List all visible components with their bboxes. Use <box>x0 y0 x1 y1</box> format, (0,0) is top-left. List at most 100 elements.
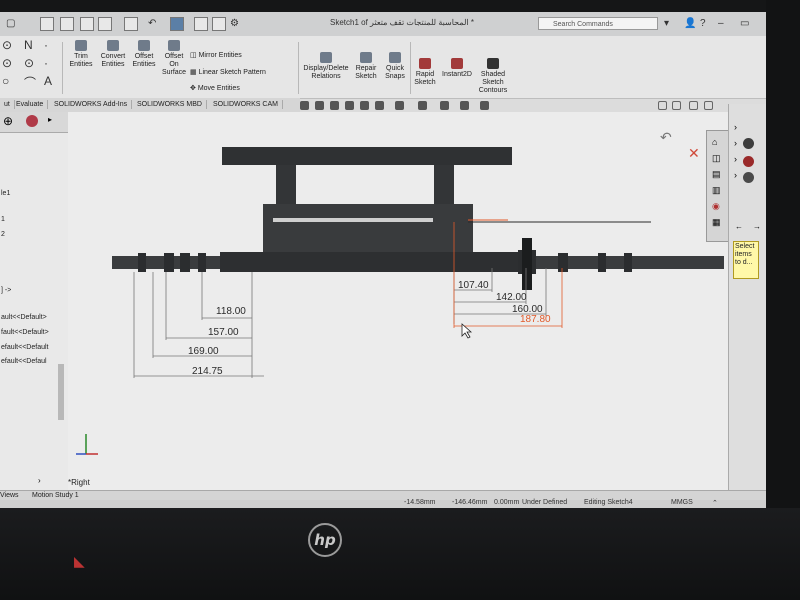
tree-item[interactable]: le1 <box>1 190 10 197</box>
restore-viewport-icon[interactable] <box>658 101 667 110</box>
cancel-sketch-icon[interactable]: ✕ <box>688 145 700 161</box>
tree-item[interactable]: fault<<Default> <box>1 329 49 336</box>
dimension-169[interactable]: 169.00 <box>188 346 219 357</box>
status-chevron-icon[interactable]: ⌃ <box>712 499 718 507</box>
undo-icon[interactable] <box>124 17 138 31</box>
sketch-fillet-icon[interactable]: ⌒ <box>24 74 36 91</box>
view-orientation-icon[interactable] <box>375 101 384 110</box>
text-icon[interactable]: A <box>44 74 52 88</box>
maximize-viewport-icon[interactable] <box>689 101 698 110</box>
explorer-icon[interactable]: ▥ <box>712 185 721 196</box>
tree-item[interactable]: 1 <box>1 216 5 223</box>
tree-item[interactable]: efault<<Defaul <box>1 358 47 365</box>
tree-item[interactable]: efault<<Default <box>1 344 48 351</box>
instant2d-button[interactable]: Instant2D <box>440 58 474 79</box>
expand-arrow-icon[interactable]: › <box>734 122 737 132</box>
tab-motion-study[interactable]: Motion Study 1 <box>32 492 79 499</box>
graphics-area[interactable]: 118.00 157.00 169.00 214.75 107.40 142.0… <box>68 112 728 492</box>
search-dropdown-icon[interactable]: ▾ <box>664 18 669 29</box>
sketch-canvas[interactable]: 118.00 157.00 169.00 214.75 107.40 142.0… <box>68 112 728 492</box>
circle-icon[interactable]: ⊙ <box>2 38 12 52</box>
tab-views[interactable]: Views <box>0 492 19 499</box>
expand-arrow-icon[interactable]: › <box>734 154 737 164</box>
ellipse-icon[interactable]: · <box>44 56 48 70</box>
save-icon[interactable] <box>60 17 74 31</box>
panel-left-arrow-icon[interactable]: ← <box>735 222 743 231</box>
appearance-swatch-icon[interactable] <box>743 172 754 183</box>
dimension-214[interactable]: 214.75 <box>192 366 223 377</box>
tab-cam[interactable]: SOLIDWORKS CAM <box>209 100 283 109</box>
print-dropdown-icon[interactable] <box>98 17 112 31</box>
shaded-sketch-contours-button[interactable]: Shaded Sketch Contours <box>476 58 510 95</box>
view-settings-icon[interactable] <box>480 101 489 110</box>
tree-item[interactable]: ] -> <box>1 287 11 294</box>
rapid-sketch-button[interactable]: Rapid Sketch <box>412 58 438 87</box>
apply-scene-icon[interactable] <box>460 101 469 110</box>
fillet-icon[interactable]: ○ <box>2 74 9 88</box>
zoom-to-fit-icon[interactable] <box>300 101 309 110</box>
dimension-187-active[interactable]: 187.80 <box>520 314 551 325</box>
offset-on-surface-button[interactable]: Offset On Surface <box>160 40 188 77</box>
convert-entities-button[interactable]: Convert Entities <box>98 40 128 69</box>
select-icon[interactable] <box>170 17 184 31</box>
user-icon[interactable]: 👤 <box>684 18 696 29</box>
trim-entities-button[interactable]: Trim Entities <box>66 40 96 69</box>
help-icon[interactable]: ? <box>700 18 706 29</box>
options-icon[interactable]: ⚙ <box>230 18 239 29</box>
home-icon[interactable]: ⌂ <box>712 137 717 147</box>
display-delete-relations-button[interactable]: Display/Delete Relations <box>302 52 350 81</box>
appearance-swatch-icon[interactable] <box>743 138 754 149</box>
appearance-swatch-icon[interactable] <box>743 156 754 167</box>
restore-icon[interactable]: ▭ <box>740 18 749 29</box>
edit-appearance-icon[interactable] <box>440 101 449 110</box>
expand-arrow-icon[interactable]: › <box>734 170 737 180</box>
tab-addins[interactable]: SOLIDWORKS Add-Ins <box>50 100 133 109</box>
status-units[interactable]: MMGS <box>671 499 693 506</box>
spline-dropdown-icon[interactable]: · <box>44 38 48 52</box>
dimension-118[interactable]: 118.00 <box>216 306 246 317</box>
mirror-entities-button[interactable]: ◫ Mirror Entities <box>190 52 242 60</box>
tree-item[interactable]: ault<<Default> <box>1 314 47 321</box>
section-view-icon[interactable] <box>345 101 354 110</box>
panel-scrollbar[interactable] <box>58 364 64 420</box>
quick-snaps-button[interactable]: Quick Snaps <box>382 52 408 81</box>
repair-sketch-button[interactable]: Repair Sketch <box>352 52 380 81</box>
move-entities-button[interactable]: ✥ Move Entities <box>190 85 240 93</box>
dimension-107[interactable]: 107.40 <box>458 280 489 291</box>
rebuild-icon[interactable] <box>194 17 208 31</box>
crosshair-icon[interactable]: ⊕ <box>3 114 13 128</box>
hide-show-items-icon[interactable] <box>418 101 427 110</box>
polygon-icon[interactable]: ⊙ <box>24 56 34 70</box>
tab-mbd[interactable]: SOLIDWORKS MBD <box>133 100 207 109</box>
library-icon[interactable]: ▤ <box>712 169 721 180</box>
appearances-icon[interactable]: ◉ <box>712 201 720 212</box>
redo-icon[interactable]: ↶ <box>148 18 156 29</box>
tile-viewport-icon[interactable] <box>672 101 681 110</box>
spline-icon[interactable]: Ν <box>24 38 33 52</box>
print-icon[interactable] <box>80 17 94 31</box>
expand-arrow-icon[interactable]: › <box>734 138 737 148</box>
offset-entities-button[interactable]: Offset Entities <box>130 40 158 69</box>
minimize-icon[interactable]: – <box>718 18 724 29</box>
panel-arrow-icon[interactable]: ▸ <box>48 115 52 124</box>
file-properties-icon[interactable] <box>212 17 226 31</box>
panel-right-arrow-icon[interactable]: → <box>753 222 761 231</box>
previous-view-icon[interactable] <box>330 101 339 110</box>
dimension-157[interactable]: 157.00 <box>208 327 239 338</box>
tab-evaluate[interactable]: Evaluate <box>12 100 49 109</box>
dynamic-annotation-icon[interactable] <box>360 101 369 110</box>
appearance-icon[interactable] <box>26 115 38 127</box>
scroll-right-icon[interactable]: › <box>38 476 41 485</box>
linear-sketch-pattern-button[interactable]: ▦ Linear Sketch Pattern <box>190 69 266 77</box>
resources-icon[interactable]: ◫ <box>712 153 721 164</box>
tree-item[interactable]: 2 <box>1 231 5 238</box>
open-icon[interactable] <box>40 17 54 31</box>
confirm-exit-icon[interactable]: ↶ <box>660 129 672 145</box>
dimension-142[interactable]: 142.00 <box>496 292 527 303</box>
custom-properties-icon[interactable]: ▦ <box>712 217 721 228</box>
close-viewport-icon[interactable] <box>704 101 713 110</box>
display-style-icon[interactable] <box>395 101 404 110</box>
search-commands-input[interactable]: Search Commands <box>538 17 658 30</box>
zoom-area-icon[interactable] <box>315 101 324 110</box>
new-icon[interactable]: ▢ <box>6 18 15 29</box>
